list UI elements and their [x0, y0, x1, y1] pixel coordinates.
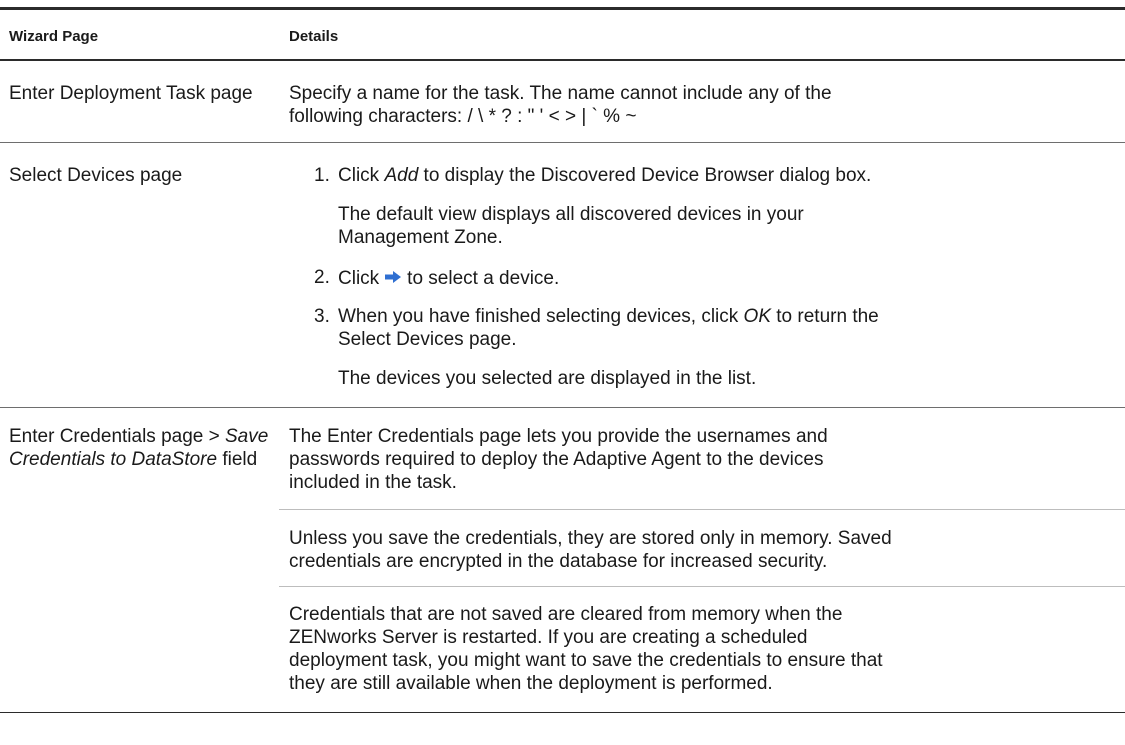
- credentials-para-1-line-1: The Enter Credentials page lets you prov…: [289, 426, 828, 447]
- table-bottom-rule: [0, 712, 1125, 713]
- step-1-note-line-2: Management Zone.: [338, 227, 503, 248]
- row-1-details-line-2: following characters: / \ * ? : " ' < > …: [289, 106, 637, 127]
- credentials-para-2-line-2: credentials are encrypted in the databas…: [289, 551, 828, 572]
- row-3-page-line-2: Credentials to DataStore field: [9, 449, 258, 470]
- step-3-text-line-2: Select Devices page.: [338, 329, 517, 350]
- credentials-para-3-line-1: Credentials that are not saved are clear…: [289, 604, 843, 625]
- step-3-note: The devices you selected are displayed i…: [338, 368, 757, 389]
- step-1-note-line-1: The default view displays all discovered…: [338, 204, 804, 225]
- header-details: Details: [289, 28, 339, 45]
- table-top-rule: [0, 7, 1125, 10]
- step-1-number: 1.: [314, 165, 330, 186]
- credentials-para-1-line-2: passwords required to deploy the Adaptiv…: [289, 449, 824, 470]
- credentials-para-3-line-4: they are still available when the deploy…: [289, 673, 773, 694]
- row-divider: [0, 142, 1125, 143]
- step-1-text: Click Add to display the Discovered Devi…: [338, 165, 872, 186]
- row-1-details-line-1: Specify a name for the task. The name ca…: [289, 83, 832, 104]
- step-2-text: Click to select a device.: [338, 266, 1125, 292]
- row-divider: [0, 407, 1125, 408]
- paragraph-divider: [279, 509, 1125, 510]
- step-2-number: 2.: [314, 267, 330, 288]
- credentials-para-1-line-3: included in the task.: [289, 472, 457, 493]
- row-3-page-line-1: Enter Credentials page > Save: [9, 426, 269, 447]
- step-3-number: 3.: [314, 306, 330, 327]
- header-rule: [0, 59, 1125, 61]
- credentials-para-3-line-3: deployment task, you might want to save …: [289, 650, 883, 671]
- row-2-page: Select Devices page: [9, 165, 183, 186]
- header-wizard-page: Wizard Page: [9, 28, 99, 45]
- paragraph-divider: [279, 586, 1125, 587]
- row-1-page: Enter Deployment Task page: [9, 83, 253, 104]
- credentials-para-3-line-2: ZENworks Server is restarted. If you are…: [289, 627, 808, 648]
- right-arrow-icon: [385, 266, 402, 289]
- step-3-text-line-1: When you have finished selecting devices…: [338, 306, 879, 327]
- credentials-para-2-line-1: Unless you save the credentials, they ar…: [289, 528, 892, 549]
